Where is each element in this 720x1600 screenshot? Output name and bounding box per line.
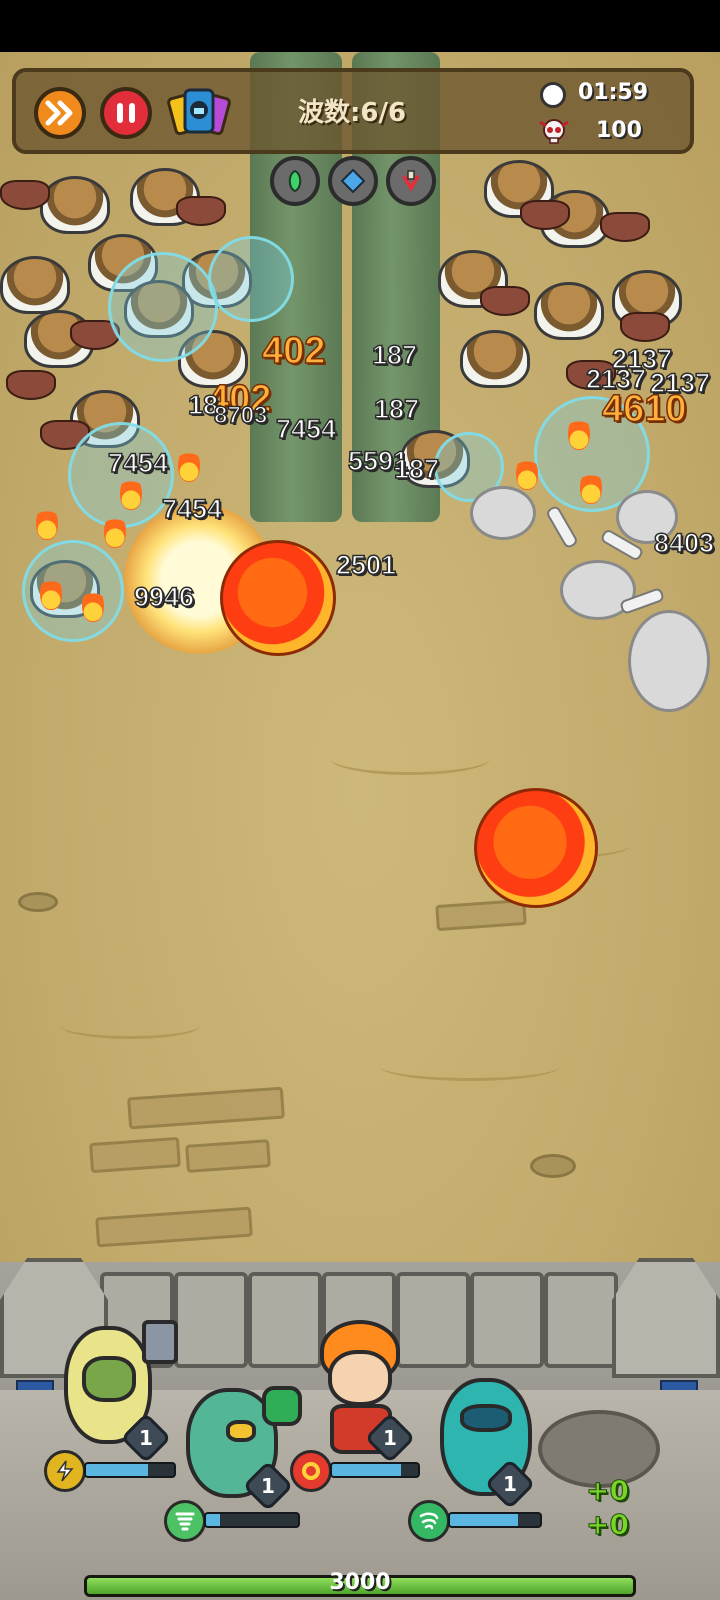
fireball <box>474 788 598 908</box>
wall-merlon <box>174 1272 248 1368</box>
blue-buff-icon[interactable] <box>328 156 378 206</box>
fireball <box>220 540 336 656</box>
skull-icon <box>539 119 569 144</box>
tornado-skill-icon[interactable] <box>164 1500 206 1542</box>
hammer-icon <box>142 1320 178 1364</box>
pause-button[interactable] <box>100 87 152 139</box>
resource-gain: +0 <box>586 1508 630 1542</box>
damage-number: 4610 <box>601 387 687 431</box>
fire-hero <box>328 1350 392 1406</box>
hero-mana-bar <box>330 1462 420 1478</box>
hero-beak <box>226 1420 256 1442</box>
damage-number: 8703 <box>213 401 268 430</box>
hero-face <box>460 1404 512 1432</box>
fire-ring-skill-icon[interactable] <box>290 1450 332 1492</box>
resource-gain: +0 <box>586 1474 630 1508</box>
fast-forward-button[interactable] <box>34 87 86 139</box>
hero-mana-bar <box>448 1512 542 1528</box>
clock-icon <box>540 82 566 108</box>
damage-number: 7454 <box>107 447 169 479</box>
hero-mana-bar <box>204 1512 300 1528</box>
wall-tower <box>612 1258 720 1378</box>
green-buff-icon[interactable] <box>270 156 320 206</box>
damage-number: 187 <box>371 339 418 371</box>
card-deck-icon <box>167 88 231 136</box>
staff-icon <box>262 1386 302 1426</box>
damage-number: 8403 <box>653 527 715 559</box>
damage-number: 187 <box>373 393 420 425</box>
damage-number: 187 <box>393 453 440 485</box>
wave-counter: 波数:6/6 <box>298 98 407 128</box>
status-bar <box>0 0 720 52</box>
whirlwind-skill-icon[interactable] <box>408 1500 450 1542</box>
wall-merlon <box>544 1272 618 1368</box>
damage-number: 7454 <box>161 493 223 525</box>
lightning-skill-icon[interactable] <box>44 1450 86 1492</box>
hero-mana-bar <box>84 1462 176 1478</box>
damage-number: 9946 <box>133 581 195 613</box>
pause-icon <box>117 103 135 123</box>
wall-merlon <box>470 1272 544 1368</box>
card-deck-button[interactable] <box>166 86 232 142</box>
base-hp-value: 3000 <box>329 1570 391 1595</box>
damage-number: 2501 <box>335 549 397 581</box>
red-buff-icon[interactable] <box>386 156 436 206</box>
damage-number: 402 <box>261 329 326 373</box>
top-hud: 波数:6/6 01:59 100 <box>12 68 694 154</box>
damage-number: 7454 <box>275 413 337 445</box>
fast-forward-icon <box>45 100 73 126</box>
kill-counter: 100 <box>596 118 642 143</box>
hero-face <box>82 1356 136 1402</box>
timer: 01:59 <box>578 80 649 105</box>
